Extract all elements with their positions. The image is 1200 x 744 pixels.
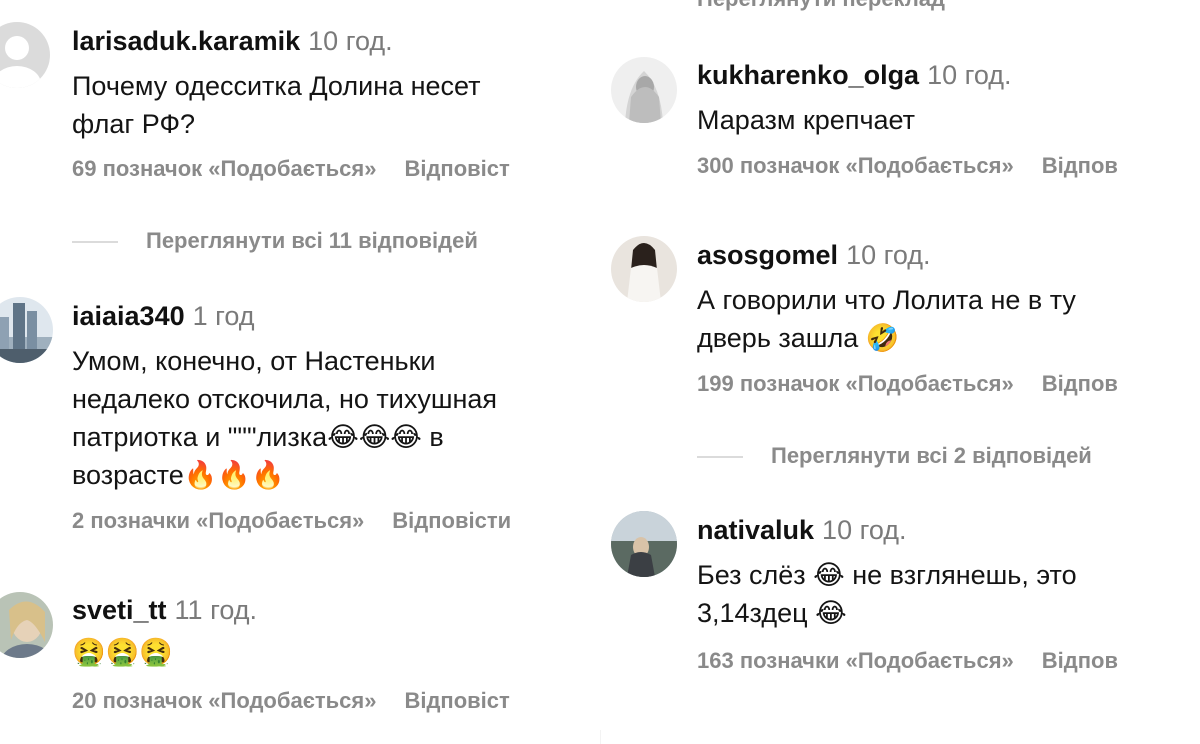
- view-replies-button[interactable]: Переглянути всі 11 відповідей: [72, 228, 478, 254]
- user-avatar[interactable]: [0, 592, 53, 658]
- see-translation-link[interactable]: Переглянути переклад: [697, 0, 945, 12]
- comment-username[interactable]: kukharenko_olga: [697, 60, 919, 90]
- comment-actions: 69 позначок «Подобається» Відповіст: [72, 156, 510, 182]
- default-avatar-icon[interactable]: [0, 22, 50, 88]
- comment-header: asosgomel 10 год.: [697, 237, 1076, 278]
- left-comment-panel: larisaduk.karamik 10 год. Почему одесситк…: [0, 0, 600, 744]
- comment-username[interactable]: sveti_tt: [72, 595, 167, 625]
- comment-header: larisaduk.karamik 10 год.: [72, 23, 481, 64]
- comment-header: iaiaia340 1 год: [72, 298, 497, 339]
- replies-divider-line: [697, 456, 743, 459]
- comment-actions: 20 позначок «Подобається» Відповіст: [72, 688, 510, 714]
- view-replies-label: Переглянути всі 11 відповідей: [146, 228, 478, 253]
- likes-count-link[interactable]: 300 позначок «Подобається»: [697, 153, 1014, 178]
- comment-text: А говорили что Лолита не в ту дверь зашл…: [697, 285, 1076, 353]
- comment-text: Маразм крепчает: [697, 105, 916, 135]
- comment-text: Почему одесситка Долина несет флаг РФ?: [72, 71, 481, 139]
- reply-button[interactable]: Відповіст: [404, 688, 509, 713]
- user-avatar[interactable]: [611, 511, 677, 577]
- reply-button[interactable]: Відповісти: [392, 508, 511, 533]
- likes-count-link[interactable]: 69 позначок «Подобається»: [72, 156, 376, 181]
- comment-actions: 2 позначки «Подобається» Відповісти: [72, 508, 511, 534]
- user-avatar[interactable]: [0, 297, 53, 363]
- comment-header: sveti_tt 11 год.: [72, 592, 257, 633]
- comment-text: 🤮🤮🤮: [72, 637, 173, 667]
- comment-text: Умом, конечно, от Настеньки недалеко отс…: [72, 346, 498, 490]
- likes-count-link[interactable]: 199 позначок «Подобається»: [697, 371, 1014, 396]
- comment-actions: 163 позначки «Подобається» Відпов: [697, 648, 1118, 674]
- view-replies-label: Переглянути всі 2 відповідей: [771, 443, 1092, 468]
- comment-actions: 300 позначок «Подобається» Відпов: [697, 153, 1118, 179]
- comment-timestamp[interactable]: 10 год.: [927, 60, 1011, 90]
- reply-button[interactable]: Відпов: [1042, 371, 1118, 396]
- comment-username[interactable]: asosgomel: [697, 240, 838, 270]
- right-comment-panel: Переглянути переклад kukharenko_olga 10 г…: [600, 0, 1200, 730]
- comment-timestamp[interactable]: 1 год: [193, 301, 255, 331]
- user-avatar[interactable]: [611, 236, 677, 302]
- comment-timestamp[interactable]: 10 год.: [822, 515, 906, 545]
- comment-header: nativaluk 10 год.: [697, 512, 1077, 553]
- reply-button[interactable]: Відпов: [1042, 648, 1118, 673]
- comment-username[interactable]: nativaluk: [697, 515, 814, 545]
- comment-timestamp[interactable]: 10 год.: [846, 240, 930, 270]
- reply-button[interactable]: Відпов: [1042, 153, 1118, 178]
- likes-count-link[interactable]: 2 позначки «Подобається»: [72, 508, 364, 533]
- comment-timestamp[interactable]: 10 год.: [308, 26, 392, 56]
- reply-button[interactable]: Відповіст: [404, 156, 509, 181]
- view-replies-button[interactable]: Переглянути всі 2 відповідей: [697, 443, 1092, 469]
- comment-username[interactable]: larisaduk.karamik: [72, 26, 300, 56]
- user-avatar[interactable]: [611, 57, 677, 123]
- comment-username[interactable]: iaiaia340: [72, 301, 185, 331]
- comment-timestamp[interactable]: 11 год.: [175, 595, 257, 625]
- replies-divider-line: [72, 241, 118, 244]
- likes-count-link[interactable]: 163 позначки «Подобається»: [697, 648, 1014, 673]
- comment-header: kukharenko_olga 10 год.: [697, 57, 1012, 98]
- comment-text: Без слёз 😂 не взглянешь, это 3,14здец 😂: [697, 560, 1077, 628]
- comment-actions: 199 позначок «Подобається» Відпов: [697, 371, 1118, 397]
- likes-count-link[interactable]: 20 позначок «Подобається»: [72, 688, 376, 713]
